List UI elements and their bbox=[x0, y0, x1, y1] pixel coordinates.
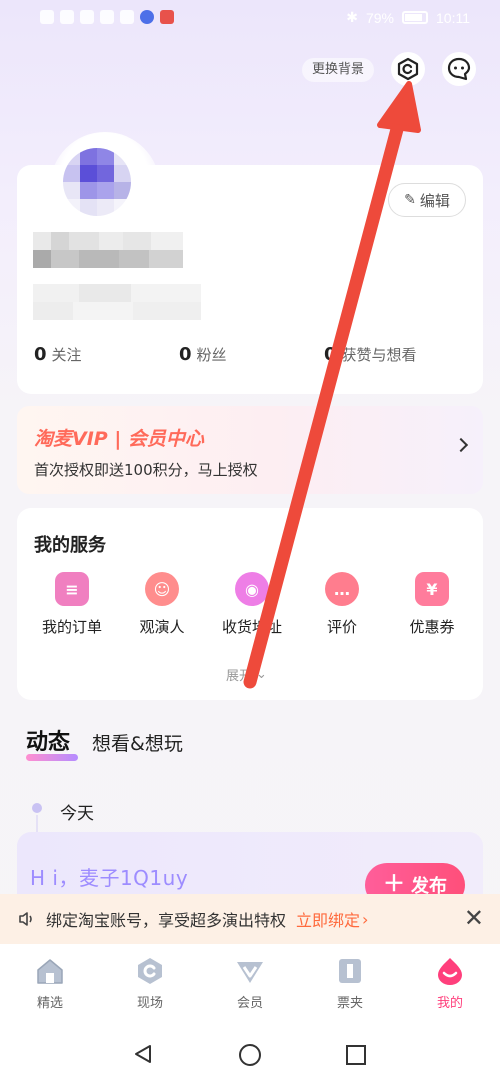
today-label: 今天 bbox=[60, 804, 94, 824]
nav-label: 现场 bbox=[136, 996, 163, 1011]
chevron-down-icon: ⌄ bbox=[256, 667, 267, 682]
vip-icon bbox=[237, 962, 263, 983]
speaker-icon bbox=[19, 912, 32, 926]
vip-subtitle: 首次授权即送100积分，马上授权 bbox=[34, 461, 258, 479]
vip-title: 淘麦VIP | 会员中心 bbox=[34, 428, 204, 450]
viewer-icon: ☺ bbox=[145, 572, 179, 606]
app-icon bbox=[100, 10, 114, 24]
edit-icon: ✎ bbox=[404, 192, 416, 208]
service-label: 收货地址 bbox=[221, 618, 282, 636]
service-address[interactable]: ◉ 收货地址 bbox=[207, 572, 297, 637]
wifi-icon bbox=[80, 10, 94, 24]
service-label: 观演人 bbox=[139, 618, 185, 636]
nav-tickets[interactable]: 票夹 bbox=[300, 944, 400, 1024]
signal-icon bbox=[60, 10, 74, 24]
address-icon: ◉ bbox=[235, 572, 269, 606]
order-icon: ≡ bbox=[55, 572, 89, 606]
username-blurred bbox=[33, 232, 183, 268]
stat-number: 0 bbox=[179, 344, 192, 365]
stat-likes[interactable]: 0 获赞与想看 bbox=[324, 344, 417, 365]
services-title: 我的服务 bbox=[34, 535, 106, 556]
service-review[interactable]: … 评价 bbox=[297, 572, 387, 637]
status-icons-left bbox=[40, 10, 174, 24]
service-label: 我的订单 bbox=[41, 618, 102, 636]
notification-icon bbox=[40, 10, 54, 24]
home-circle-icon[interactable] bbox=[238, 1043, 262, 1067]
profile-stats: 0 关注 0 粉丝 0 获赞与想看 bbox=[34, 344, 464, 365]
bluetooth-icon: ✱ bbox=[346, 9, 358, 25]
settings-button[interactable] bbox=[391, 52, 425, 86]
nav-label: 我的 bbox=[436, 996, 463, 1011]
tab-wishlist[interactable]: 想看&想玩 bbox=[92, 729, 183, 756]
plus-icon: ＋ bbox=[382, 872, 405, 897]
clock: 10:11 bbox=[436, 9, 470, 26]
nav-mine[interactable]: 我的 bbox=[400, 944, 500, 1024]
bind-now-link[interactable]: 立即绑定 bbox=[296, 907, 360, 931]
message-button[interactable] bbox=[442, 52, 476, 86]
mine-icon bbox=[438, 958, 462, 985]
stat-number: 0 bbox=[324, 344, 337, 365]
message-icon bbox=[120, 10, 134, 24]
stat-label: 获赞与想看 bbox=[341, 346, 417, 364]
system-nav-bar bbox=[0, 1024, 500, 1083]
status-bar: ✱ 79% 10:11 bbox=[0, 0, 500, 38]
service-orders[interactable]: ≡ 我的订单 bbox=[27, 572, 117, 637]
service-coupons[interactable]: ¥ 优惠券 bbox=[387, 572, 477, 637]
live-icon bbox=[138, 958, 162, 984]
comment-icon: … bbox=[325, 572, 359, 606]
close-icon[interactable]: ✕ bbox=[464, 906, 484, 930]
dynamics-tabs: 动态 想看&想玩 bbox=[26, 724, 183, 761]
expand-services-button[interactable]: 展开 ⌄ bbox=[226, 665, 267, 684]
nav-live[interactable]: 现场 bbox=[100, 944, 200, 1024]
nav-label: 会员 bbox=[236, 996, 263, 1011]
change-background-button[interactable]: 更换背景 bbox=[302, 58, 375, 82]
service-label: 优惠券 bbox=[409, 618, 455, 636]
bio-blurred bbox=[33, 284, 201, 320]
avatar[interactable] bbox=[63, 148, 131, 216]
bind-taobao-banner[interactable]: 绑定淘宝账号，享受超多演出特权 立即绑定 › ✕ bbox=[0, 894, 500, 944]
chat-icon bbox=[447, 57, 471, 81]
timeline-dot bbox=[32, 803, 42, 813]
music-icon bbox=[140, 10, 154, 24]
status-icons-right: ✱ 79% 10:11 bbox=[346, 9, 470, 26]
services-list: ≡ 我的订单 ☺ 观演人 ◉ 收货地址 … 评价 ¥ 优惠券 bbox=[27, 572, 477, 637]
nav-featured[interactable]: 精选 bbox=[0, 944, 100, 1024]
home-icon bbox=[37, 959, 63, 984]
nav-vip[interactable]: 会员 bbox=[200, 944, 300, 1024]
greeting-text: H i，麦子1Q1uy bbox=[30, 866, 189, 890]
stat-followers[interactable]: 0 粉丝 bbox=[179, 344, 324, 365]
stat-label: 粉丝 bbox=[196, 346, 227, 364]
stat-number: 0 bbox=[34, 344, 47, 365]
app-red-icon bbox=[160, 10, 174, 24]
stat-label: 关注 bbox=[51, 346, 82, 364]
coupon-icon: ¥ bbox=[415, 572, 449, 606]
nav-label: 精选 bbox=[36, 996, 63, 1011]
chevron-right-icon: › bbox=[362, 909, 369, 929]
bottom-nav: 精选 现场 会员 票夹 我的 bbox=[0, 944, 500, 1024]
stat-following[interactable]: 0 关注 bbox=[34, 344, 179, 365]
service-viewers[interactable]: ☺ 观演人 bbox=[117, 572, 207, 637]
battery-text: 79% bbox=[365, 9, 394, 26]
expand-label: 展开 bbox=[226, 669, 253, 684]
bind-text: 绑定淘宝账号，享受超多演出特权 bbox=[46, 911, 287, 930]
gear-icon bbox=[397, 57, 419, 81]
battery-icon bbox=[402, 11, 428, 24]
back-icon[interactable] bbox=[132, 1043, 154, 1065]
tab-dynamics[interactable]: 动态 bbox=[26, 724, 79, 761]
edit-profile-button[interactable]: ✎ 编辑 bbox=[388, 183, 466, 217]
ticket-icon bbox=[339, 959, 361, 983]
nav-label: 票夹 bbox=[336, 996, 363, 1011]
service-label: 评价 bbox=[326, 618, 357, 636]
recents-icon[interactable] bbox=[345, 1044, 367, 1066]
edit-label: 编辑 bbox=[419, 191, 450, 210]
